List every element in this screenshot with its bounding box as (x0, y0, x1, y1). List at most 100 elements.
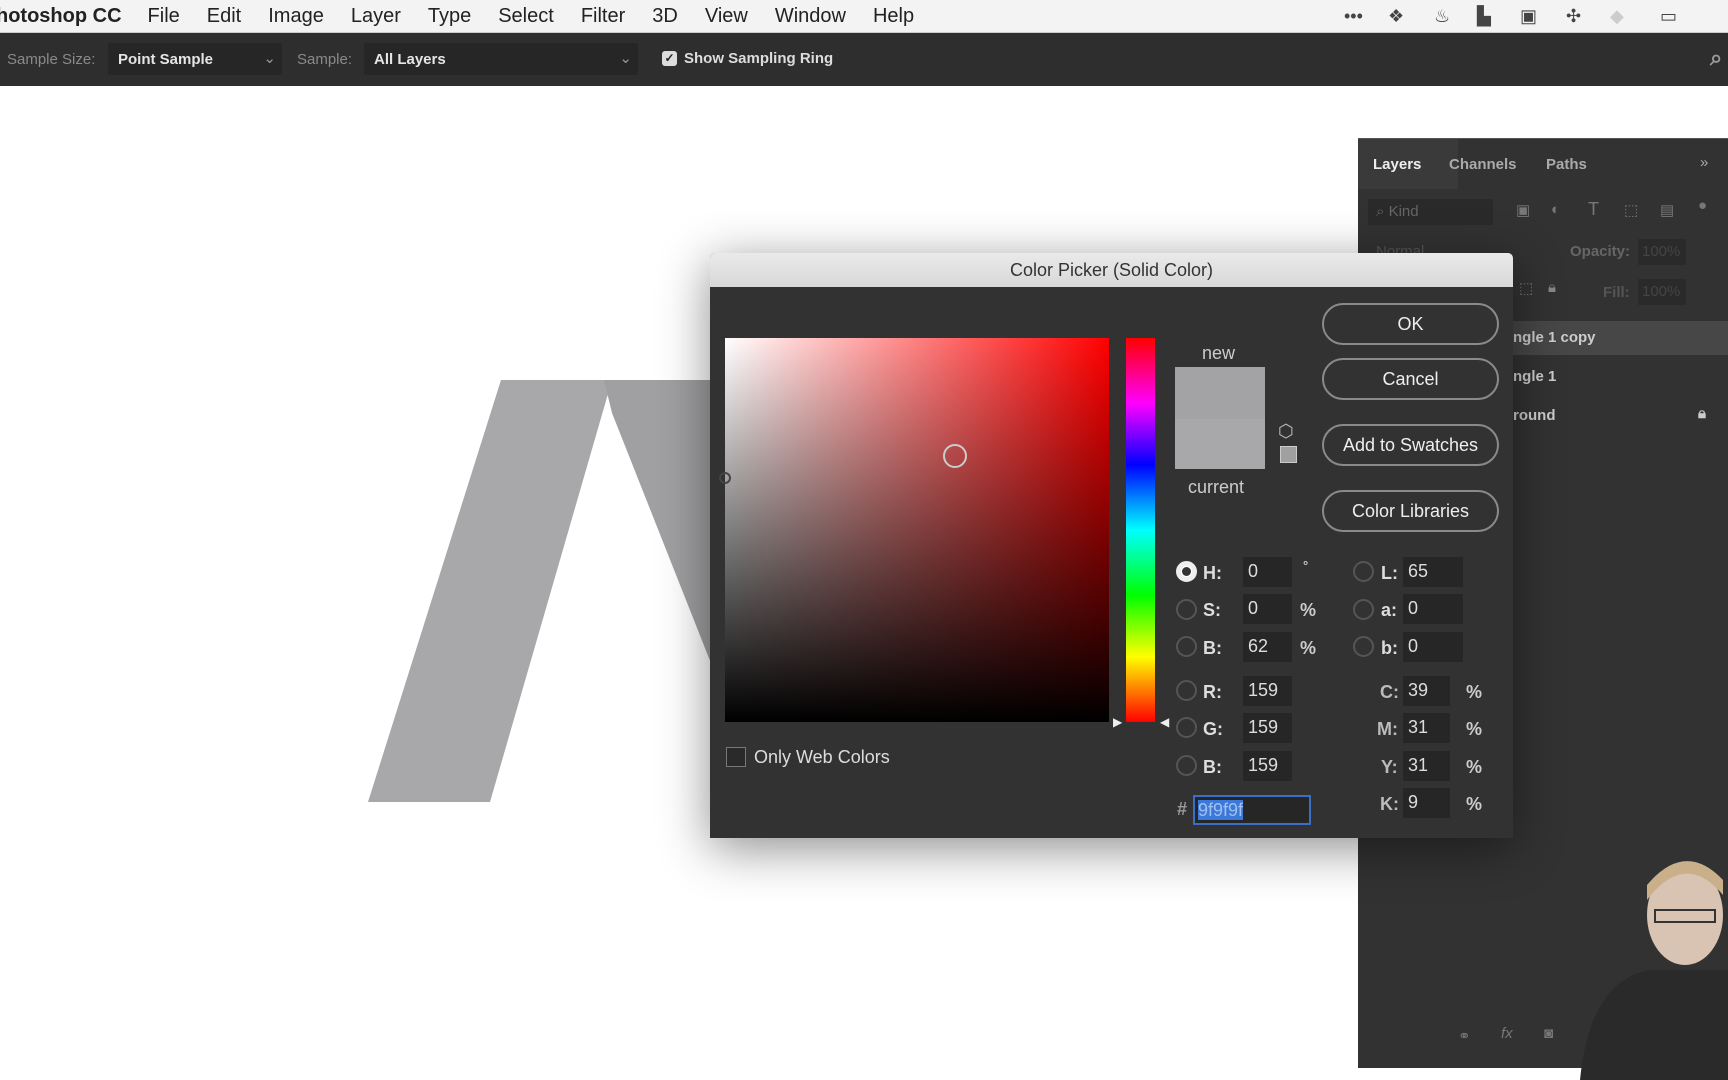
degree-unit: ° (1303, 558, 1309, 573)
3d-cube-icon[interactable]: ⬡ (1278, 421, 1294, 442)
radio-r[interactable] (1176, 680, 1197, 701)
lock-all-icon[interactable]: 🔒︎ (1548, 279, 1556, 296)
show-ring-checkbox[interactable]: ✓ (662, 51, 677, 66)
radio-blue[interactable] (1176, 755, 1197, 776)
radio-b[interactable] (1176, 636, 1197, 657)
hex-hash-label: # (1177, 799, 1188, 819)
lock-artboard-icon[interactable]: ⬚ (1519, 279, 1533, 297)
hex-value-selected: 9f9f9f (1198, 800, 1244, 820)
options-bar: Sample Size: Point Sample ⌄ Sample: All L… (0, 33, 1728, 86)
sample-select[interactable]: All Layers ⌄ (364, 43, 638, 75)
color-libraries-button[interactable]: Color Libraries (1322, 490, 1499, 532)
opacity-input[interactable]: 100% (1638, 239, 1686, 265)
y-input[interactable]: 31 (1403, 751, 1450, 781)
chevron-down-icon: ⌄ (263, 50, 276, 67)
g-input[interactable]: 159 (1243, 713, 1292, 743)
radio-lab-b[interactable] (1353, 636, 1374, 657)
add-to-swatches-button[interactable]: Add to Swatches (1322, 424, 1499, 466)
canvas-shape-left (368, 380, 612, 802)
menu-window[interactable]: Window (775, 5, 846, 28)
tab-layers[interactable]: Layers (1373, 156, 1421, 173)
s-input[interactable]: 0 (1243, 594, 1292, 624)
adjustment-filter-icon[interactable]: ◐ (1551, 201, 1560, 218)
percent-unit: % (1466, 757, 1483, 777)
battery-icon[interactable]: ▭ (1660, 6, 1677, 27)
type-filter-icon[interactable]: T (1588, 199, 1599, 220)
more-icon[interactable]: ••• (1344, 6, 1363, 27)
blue-label: B: (1203, 757, 1222, 777)
filter-toggle-icon[interactable]: ● (1698, 197, 1707, 214)
web-safe-swatch-icon[interactable] (1280, 446, 1297, 463)
menu-layer[interactable]: Layer (351, 5, 401, 28)
cancel-button[interactable]: Cancel (1322, 358, 1499, 400)
fill-input[interactable]: 100% (1638, 279, 1686, 305)
menu-view[interactable]: View (705, 5, 748, 28)
flame-icon[interactable]: ♨ (1434, 6, 1450, 27)
hue-slider-right-handle[interactable]: ◀ (1160, 715, 1169, 729)
menu-help[interactable]: Help (873, 5, 914, 28)
menu-3d[interactable]: 3D (652, 5, 678, 28)
menu-select[interactable]: Select (498, 5, 554, 28)
current-color-swatch[interactable] (1175, 419, 1265, 469)
dropbox-icon[interactable]: ❖ (1388, 6, 1404, 27)
c-input[interactable]: 39 (1403, 676, 1450, 706)
fill-label: Fill: (1603, 284, 1630, 301)
hue-slider[interactable] (1126, 338, 1155, 722)
sample-size-label: Sample Size: (7, 51, 96, 68)
network-icon[interactable]: ✣ (1566, 6, 1581, 27)
brightness-input[interactable]: 62 (1243, 632, 1292, 662)
percent-unit: % (1300, 600, 1317, 620)
menu-filter[interactable]: Filter (581, 5, 625, 28)
mask-icon[interactable]: ◙ (1544, 1025, 1553, 1042)
layer-name: round (1513, 407, 1556, 424)
tab-channels[interactable]: Channels (1449, 156, 1517, 173)
menu-image[interactable]: Image (268, 5, 324, 28)
radio-s[interactable] (1176, 599, 1197, 620)
radio-h[interactable] (1176, 561, 1197, 582)
hex-input[interactable]: 9f9f9f (1193, 795, 1311, 825)
app-name[interactable]: hotoshop CC (0, 5, 122, 28)
radio-a[interactable] (1353, 599, 1374, 620)
color-picker-dialog: Color Picker (Solid Color) ▶ ◀ new curre… (710, 253, 1513, 838)
color-field-cursor[interactable] (943, 444, 967, 468)
fx-icon[interactable]: fx (1501, 1025, 1513, 1042)
lab-b-input[interactable]: 0 (1403, 632, 1463, 662)
color-field[interactable] (719, 338, 1109, 722)
sample-size-select[interactable]: Point Sample ⌄ (108, 43, 282, 75)
blue-input[interactable]: 159 (1243, 751, 1292, 781)
menu-file[interactable]: File (148, 5, 180, 28)
a-input[interactable]: 0 (1403, 594, 1463, 624)
panel-menu-icon[interactable]: » (1700, 154, 1708, 171)
h-label: H: (1203, 563, 1222, 583)
menu-type[interactable]: Type (428, 5, 471, 28)
opacity-label: Opacity: (1570, 243, 1631, 260)
only-web-colors-label: Only Web Colors (754, 747, 890, 767)
layout-icon[interactable]: ▙ (1477, 6, 1491, 27)
tab-paths[interactable]: Paths (1546, 156, 1587, 173)
k-label: K: (1380, 794, 1399, 814)
menu-edit[interactable]: Edit (207, 5, 241, 28)
shape-filter-icon[interactable]: ⬚ (1624, 201, 1638, 219)
g-label: G: (1203, 719, 1223, 739)
image-filter-icon[interactable]: ▣ (1516, 201, 1530, 219)
only-web-colors-checkbox[interactable] (726, 747, 746, 767)
wifi-icon[interactable]: ◆ (1610, 6, 1624, 27)
m-input[interactable]: 31 (1403, 713, 1450, 743)
r-input[interactable]: 159 (1243, 676, 1292, 706)
screen-icon[interactable]: ▣ (1520, 6, 1537, 27)
h-input[interactable]: 0 (1243, 557, 1292, 587)
hue-slider-left-handle[interactable]: ▶ (1113, 715, 1122, 729)
l-input[interactable]: 65 (1403, 557, 1463, 587)
search-icon[interactable]: ⌕ (1710, 45, 1722, 71)
sample-size-value: Point Sample (118, 51, 214, 68)
current-label: current (1188, 477, 1245, 497)
k-input[interactable]: 9 (1403, 788, 1450, 818)
radio-g[interactable] (1176, 717, 1197, 738)
radio-l[interactable] (1353, 561, 1374, 582)
ok-button[interactable]: OK (1322, 303, 1499, 345)
smart-object-filter-icon[interactable]: ▤ (1660, 201, 1674, 219)
link-layers-icon[interactable]: ⚭ (1458, 1027, 1471, 1045)
kind-filter[interactable]: ⌕ Kind (1368, 199, 1493, 225)
kind-label: Kind (1388, 203, 1419, 220)
sample-value: All Layers (374, 51, 446, 68)
